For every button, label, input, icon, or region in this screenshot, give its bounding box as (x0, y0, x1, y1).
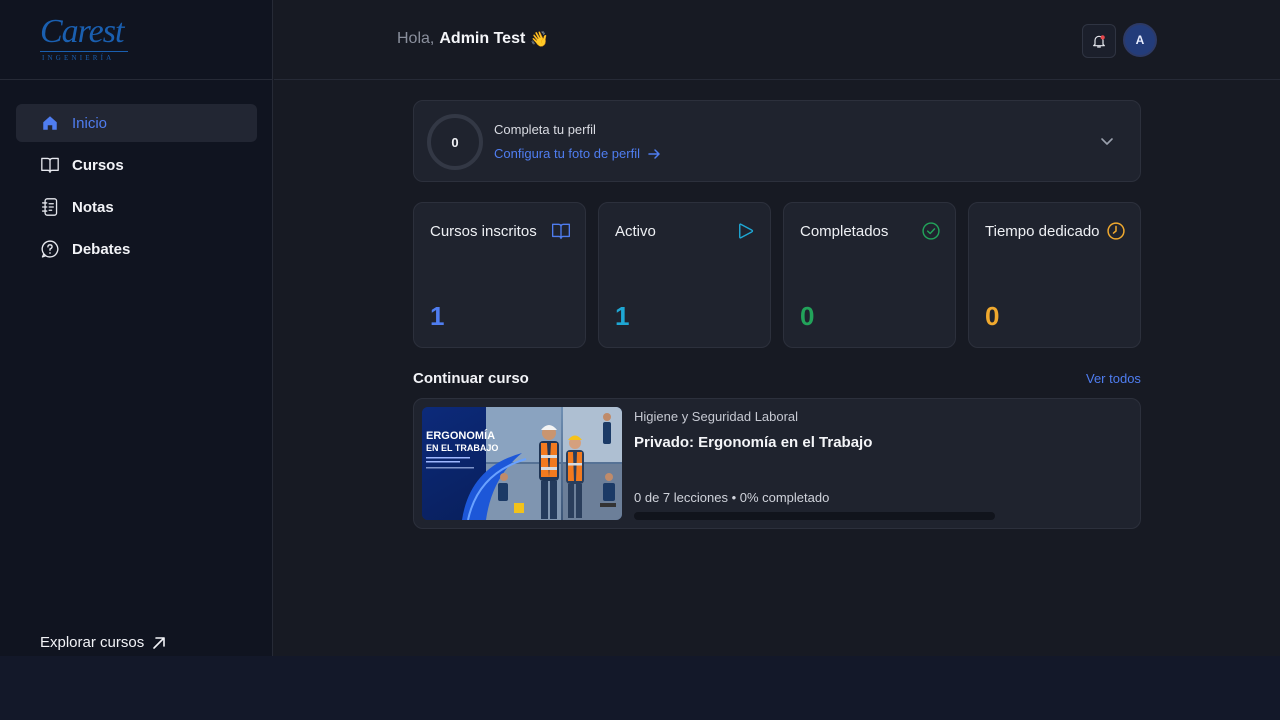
sidebar-item-inicio[interactable]: Inicio (16, 104, 257, 142)
arrow-right-icon (648, 148, 660, 159)
stat-value: 1 (615, 301, 630, 331)
greeting-prefix: Hola, (397, 30, 435, 47)
notebook-icon (40, 197, 60, 217)
see-all-link[interactable]: Ver todos (1086, 371, 1141, 386)
profile-card-title: Completa tu perfil (494, 122, 596, 137)
stat-card-active[interactable]: Activo 1 (598, 202, 771, 348)
clock-icon (1107, 222, 1125, 240)
user-name: Admin Test (439, 30, 526, 47)
home-icon (40, 113, 60, 133)
logo-underline (40, 51, 128, 52)
bell-icon (1093, 35, 1105, 48)
logo-wordmark: Carest (40, 13, 124, 50)
stat-label: Activo (615, 223, 656, 240)
logo-subtitle: INGENIERÍA (42, 54, 115, 62)
sidebar: Carest INGENIERÍA Inicio Cursos Notas De… (0, 0, 273, 656)
stat-value: 0 (985, 301, 1000, 331)
brand-logo[interactable]: Carest INGENIERÍA (40, 12, 130, 64)
profile-progress-ring: 0 (427, 114, 483, 170)
stat-value: 1 (430, 301, 445, 331)
course-thumbnail[interactable]: ERGONOMÍA EN EL TRABAJO (422, 407, 622, 520)
sidebar-item-debates[interactable]: Debates (16, 230, 257, 268)
sidebar-item-cursos[interactable]: Cursos (16, 146, 257, 184)
stat-label: Completados (800, 223, 889, 240)
continue-course-title: Continuar curso (413, 370, 529, 387)
play-icon (739, 223, 754, 239)
stat-card-enrolled[interactable]: Cursos inscritos 1 (413, 202, 586, 348)
check-circle-icon (922, 222, 940, 240)
book-icon (40, 155, 60, 175)
profile-photo-link-label: Configura tu foto de perfil (494, 146, 640, 161)
arrow-up-right-icon (153, 636, 166, 649)
course-category: Higiene y Seguridad Laboral (634, 409, 799, 424)
sidebar-nav: Inicio Cursos Notas Debates (16, 104, 257, 272)
stat-value: 0 (800, 301, 815, 331)
sidebar-item-label: Notas (72, 198, 114, 216)
notifications-button[interactable] (1082, 24, 1116, 58)
course-title[interactable]: Privado: Ergonomía en el Trabajo (634, 434, 872, 451)
sidebar-item-label: Cursos (72, 156, 124, 174)
course-card[interactable]: ERGONOMÍA EN EL TRABAJO Higiene y Seguri… (413, 398, 1141, 529)
chevron-down-icon[interactable] (1100, 134, 1114, 148)
page-bottom-band (0, 656, 1280, 720)
profile-completion-card: 0 Completa tu perfil Configura tu foto d… (413, 100, 1141, 182)
stat-card-time[interactable]: Tiempo dedicado 0 (968, 202, 1141, 348)
stat-label: Tiempo dedicado (985, 223, 1100, 240)
sidebar-item-label: Inicio (72, 114, 108, 132)
stat-label: Cursos inscritos (430, 223, 537, 240)
user-avatar[interactable]: A (1123, 23, 1157, 57)
sidebar-item-label: Debates (72, 240, 131, 258)
sidebar-item-notas[interactable]: Notas (16, 188, 257, 226)
profile-photo-link[interactable]: Configura tu foto de perfil (494, 146, 661, 161)
greeting: Hola, Admin Test 👋 (397, 30, 549, 48)
thumb-title-line1: ERGONOMÍA (426, 429, 495, 442)
stat-card-completed[interactable]: Completados 0 (783, 202, 956, 348)
course-thumbnail-image: ERGONOMÍA EN EL TRABAJO (422, 407, 622, 520)
top-header: Hola, Admin Test 👋 A (274, 0, 1280, 80)
app-shell: Carest INGENIERÍA Inicio Cursos Notas De… (0, 0, 1280, 656)
book-open-icon (552, 223, 570, 240)
thumb-title-line2: EN EL TRABAJO (426, 443, 498, 453)
course-progress-text: 0 de 7 lecciones • 0% completado (634, 490, 830, 505)
explore-courses-link[interactable]: Explorar cursos (40, 634, 166, 651)
explore-courses-label: Explorar cursos (40, 634, 145, 651)
course-progress-bar (634, 512, 995, 520)
wave-emoji: 👋 (530, 31, 549, 48)
logo-area: Carest INGENIERÍA (0, 0, 272, 80)
help-circle-icon (40, 239, 60, 259)
